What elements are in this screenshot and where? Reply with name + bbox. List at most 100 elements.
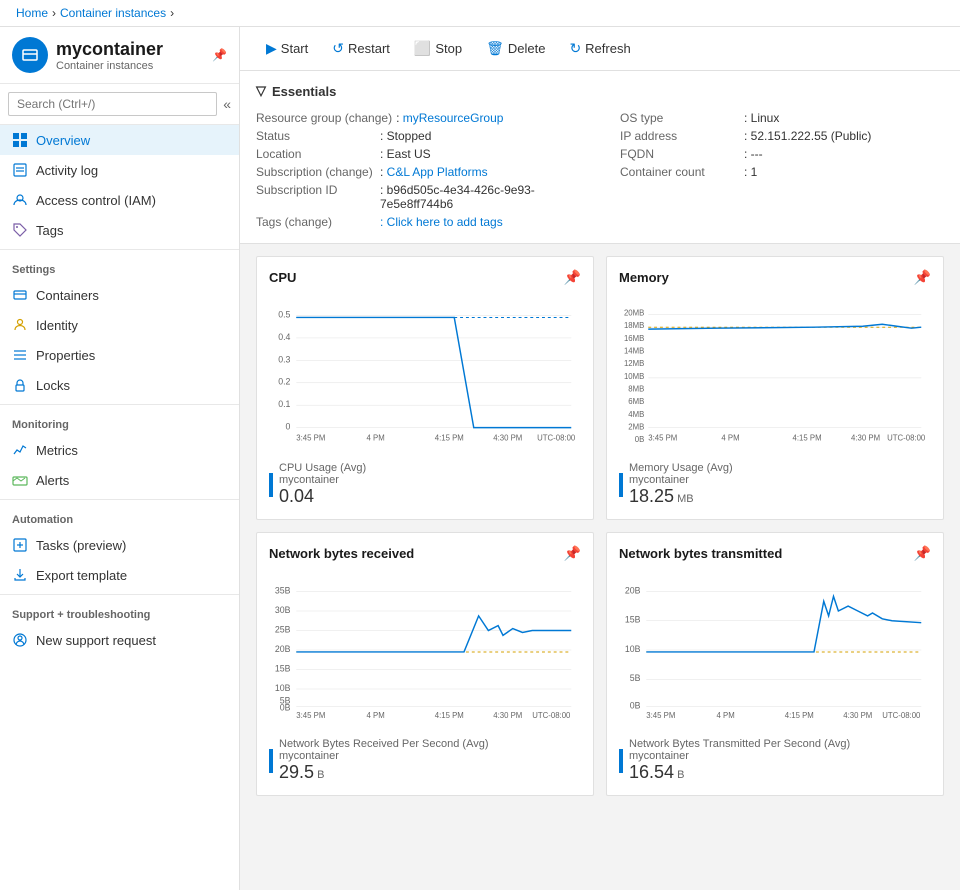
svg-text:4MB: 4MB	[628, 410, 644, 419]
cpu-legend-label: CPU Usage (Avg)	[279, 462, 366, 474]
svg-text:4 PM: 4 PM	[717, 711, 735, 720]
network-transmitted-pin-icon[interactable]: 📌	[914, 545, 931, 562]
memory-legend-label: Memory Usage (Avg)	[629, 462, 733, 474]
essentials-row-rg: Resource group (change) : myResourceGrou…	[256, 109, 580, 127]
essentials-left: Resource group (change) : myResourceGrou…	[256, 109, 580, 231]
essentials-row-fqdn: FQDN : ---	[620, 145, 944, 163]
svg-text:10B: 10B	[625, 644, 641, 654]
network-received-chart-header: Network bytes received 📌	[269, 545, 581, 562]
memory-pin-icon[interactable]: 📌	[914, 269, 931, 286]
resource-title: mycontainer	[56, 39, 163, 60]
fqdn-value: ---	[751, 147, 763, 161]
refresh-button[interactable]: ↻ Refresh	[559, 35, 640, 62]
svg-text:15B: 15B	[275, 663, 291, 673]
refresh-icon: ↻	[569, 40, 581, 57]
network-transmitted-legend-label: Network Bytes Transmitted Per Second (Av…	[629, 738, 850, 750]
tasks-label: Tasks (preview)	[36, 538, 126, 553]
locks-icon	[12, 377, 28, 393]
sidebar-item-activity-log[interactable]: Activity log	[0, 155, 239, 185]
essentials-row-count: Container count : 1	[620, 163, 944, 181]
subid-value: b96d505c-4e34-426c-9e93-7e5e8ff744b6	[380, 183, 535, 211]
access-control-label: Access control (IAM)	[36, 193, 156, 208]
svg-text:UTC-08:00: UTC-08:00	[882, 711, 921, 720]
svg-text:20B: 20B	[625, 585, 641, 595]
start-button[interactable]: ▶ Start	[256, 35, 318, 62]
breadcrumb: Home › Container instances ›	[0, 0, 960, 27]
restart-button[interactable]: ↺ Restart	[322, 35, 400, 62]
svg-text:4:15 PM: 4:15 PM	[785, 711, 814, 720]
location-value: East US	[387, 147, 431, 161]
cpu-chart-legend: CPU Usage (Avg) mycontainer 0.04	[269, 462, 581, 507]
svg-text:20MB: 20MB	[624, 309, 644, 318]
breadcrumb-container-instances[interactable]: Container instances	[60, 6, 166, 20]
network-transmitted-chart-container: 20B 15B 10B 5B 0B	[619, 570, 931, 730]
pin-icon[interactable]: 📌	[212, 48, 227, 62]
cpu-legend-sublabel: mycontainer	[279, 474, 366, 486]
svg-text:0.2: 0.2	[278, 377, 290, 387]
subscription-link[interactable]: C&L App Platforms	[387, 165, 488, 179]
properties-icon	[12, 347, 28, 363]
alerts-label: Alerts	[36, 473, 69, 488]
svg-text:4 PM: 4 PM	[367, 433, 385, 442]
content-area: ▶ Start ↺ Restart ⬜ Stop 🗑 Delete ↻ Refr…	[240, 27, 960, 890]
svg-text:3:45 PM: 3:45 PM	[296, 433, 325, 442]
sidebar-item-tags[interactable]: Tags	[0, 215, 239, 245]
cpu-legend-text-block: CPU Usage (Avg) mycontainer 0.04	[279, 462, 366, 507]
cpu-chart-header: CPU 📌	[269, 269, 581, 286]
cpu-legend-bar	[269, 473, 273, 497]
network-transmitted-legend-text: Network Bytes Transmitted Per Second (Av…	[629, 738, 850, 783]
search-input[interactable]	[8, 92, 217, 116]
breadcrumb-sep2: ›	[170, 6, 174, 20]
ip-value: 52.151.222.55 (Public)	[751, 129, 872, 143]
svg-text:10B: 10B	[275, 683, 291, 693]
essentials-grid: Resource group (change) : myResourceGrou…	[256, 109, 944, 231]
sidebar-item-identity[interactable]: Identity	[0, 310, 239, 340]
sidebar-item-metrics[interactable]: Metrics	[0, 435, 239, 465]
section-automation: Automation	[0, 504, 239, 530]
svg-text:4 PM: 4 PM	[367, 711, 385, 720]
essentials-title: Essentials	[272, 84, 336, 99]
sidebar-item-overview[interactable]: Overview	[0, 125, 239, 155]
svg-text:UTC-08:00: UTC-08:00	[887, 433, 926, 442]
svg-text:0: 0	[286, 422, 291, 432]
sidebar-item-alerts[interactable]: Alerts	[0, 465, 239, 495]
metrics-label: Metrics	[36, 443, 78, 458]
sidebar-item-tasks[interactable]: Tasks (preview)	[0, 530, 239, 560]
delete-icon: 🗑	[486, 40, 504, 57]
delete-button[interactable]: 🗑 Delete	[476, 35, 555, 62]
breadcrumb-home[interactable]: Home	[16, 6, 48, 20]
sidebar-item-properties[interactable]: Properties	[0, 340, 239, 370]
tags-link[interactable]: Click here to add tags	[387, 215, 503, 229]
section-support: Support + troubleshooting	[0, 599, 239, 625]
sidebar-item-locks[interactable]: Locks	[0, 370, 239, 400]
network-received-chart-title: Network bytes received	[269, 546, 414, 561]
cpu-chart-card: CPU 📌 0.5 0.4 0.3 0.2 0.1 0	[256, 256, 594, 520]
collapse-icon[interactable]: «	[223, 96, 231, 112]
section-monitoring: Monitoring	[0, 409, 239, 435]
start-icon: ▶	[266, 40, 277, 57]
network-transmitted-svg: 20B 15B 10B 5B 0B	[619, 570, 931, 730]
network-received-legend: Network Bytes Received Per Second (Avg) …	[269, 738, 581, 783]
svg-text:0B: 0B	[280, 702, 291, 712]
sidebar-item-access-control[interactable]: Access control (IAM)	[0, 185, 239, 215]
essentials-header[interactable]: ▽ Essentials	[256, 83, 944, 99]
rg-link[interactable]: myResourceGroup	[403, 111, 504, 125]
overview-label: Overview	[36, 133, 90, 148]
sidebar-item-export[interactable]: Export template	[0, 560, 239, 590]
cpu-chart-title: CPU	[269, 270, 296, 285]
svg-text:3:45 PM: 3:45 PM	[646, 711, 675, 720]
sidebar-item-containers[interactable]: Containers	[0, 280, 239, 310]
memory-legend-text-block: Memory Usage (Avg) mycontainer 18.25 MB	[629, 462, 733, 507]
network-received-pin-icon[interactable]: 📌	[564, 545, 581, 562]
network-received-legend-sublabel: mycontainer	[279, 750, 489, 762]
stop-button[interactable]: ⬜ Stop	[404, 35, 472, 62]
svg-text:16MB: 16MB	[624, 334, 644, 343]
toolbar: ▶ Start ↺ Restart ⬜ Stop 🗑 Delete ↻ Refr…	[240, 27, 960, 71]
sidebar-item-support[interactable]: New support request	[0, 625, 239, 655]
identity-icon	[12, 317, 28, 333]
cpu-legend-value: 0.04	[279, 486, 314, 506]
status-value: Stopped	[387, 129, 432, 143]
alerts-icon	[12, 472, 28, 488]
sidebar: mycontainer Container instances 📌 « Over…	[0, 27, 240, 890]
cpu-pin-icon[interactable]: 📌	[564, 269, 581, 286]
